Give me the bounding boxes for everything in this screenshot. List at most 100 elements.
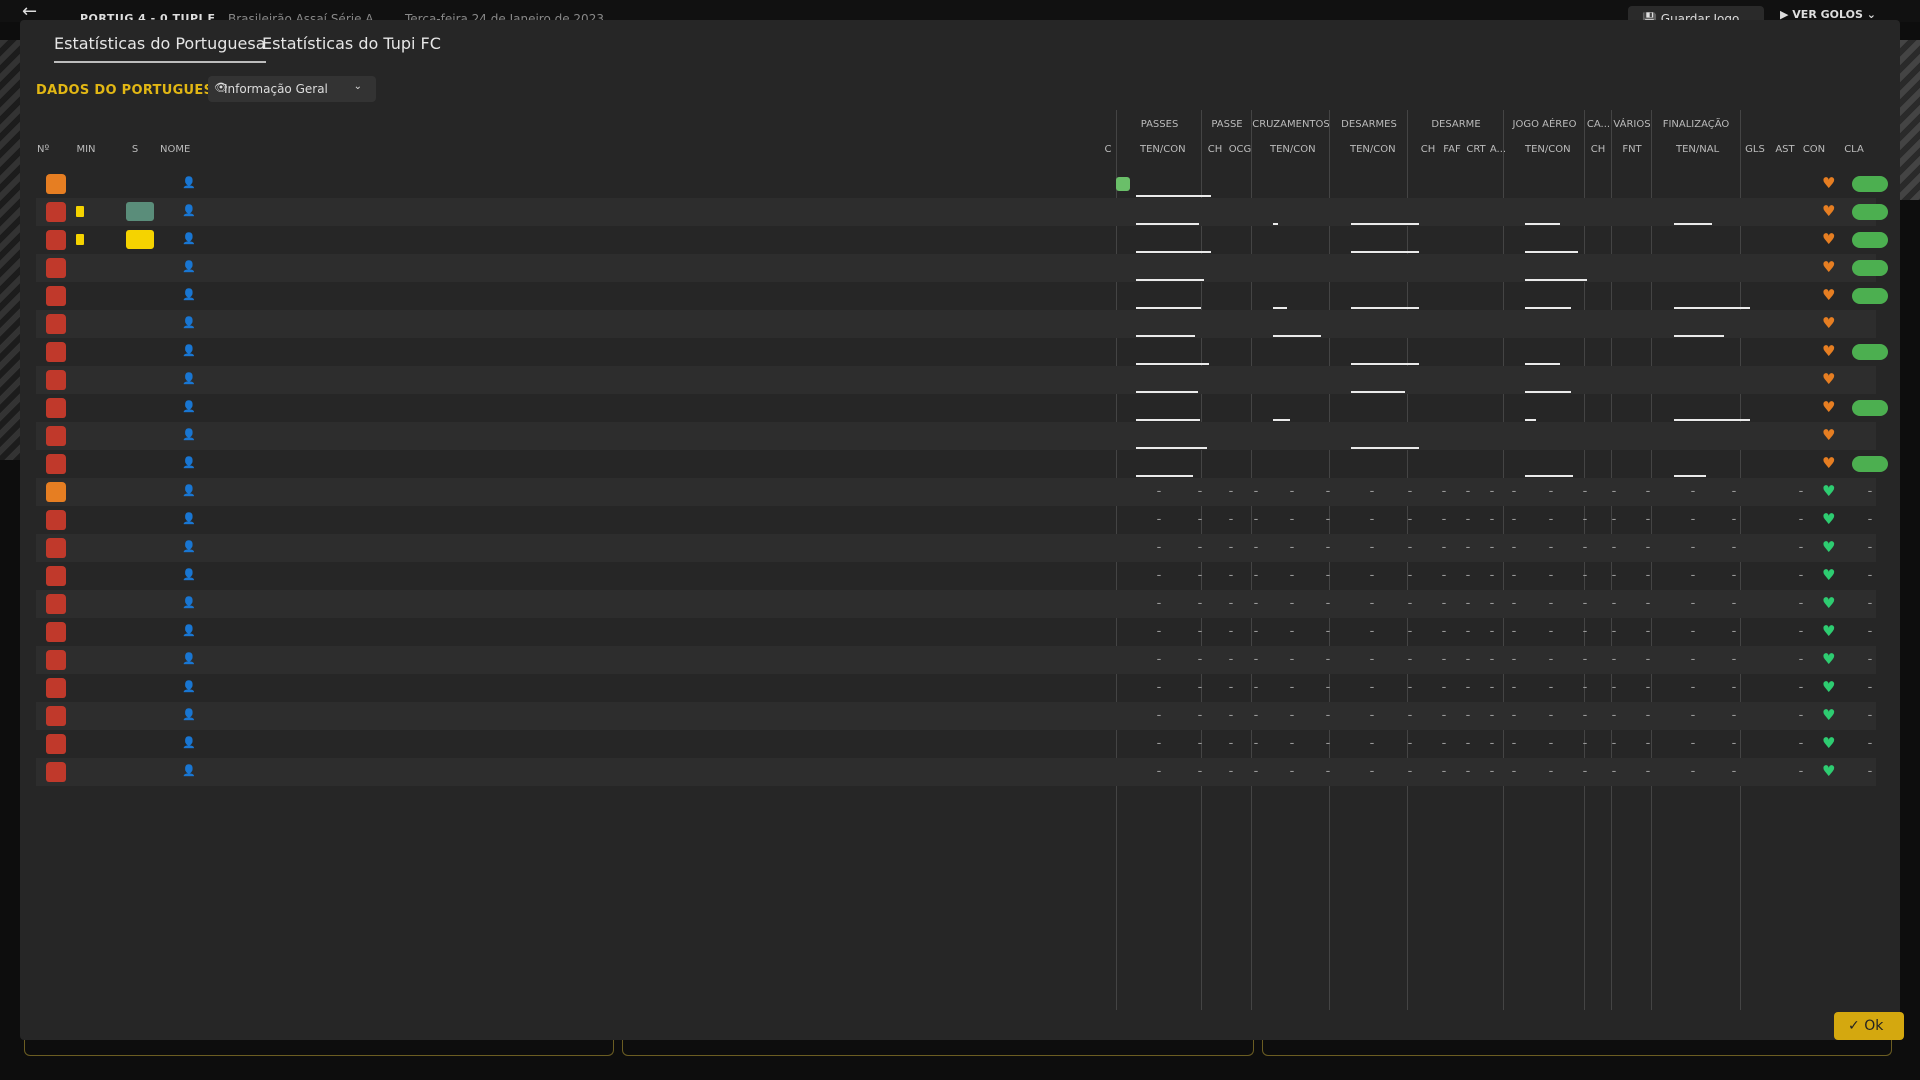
empty-stat: -: [1289, 708, 1295, 723]
table-row[interactable]: 👤 - - - - - - - - - - - - - - - - - - - ♥ -: [36, 590, 1876, 618]
col-header-passe-ocg[interactable]: OCG: [1220, 144, 1260, 155]
check-icon: ✓: [1848, 1018, 1865, 1034]
empty-stat: -: [1289, 484, 1295, 499]
empty-stat: -: [1289, 680, 1295, 695]
tab-portuguesa-stats[interactable]: Estatísticas do Portuguesa: [54, 34, 266, 63]
tab-tupi-stats[interactable]: Estatísticas do Tupi FC: [262, 34, 441, 53]
col-header-c[interactable]: C: [1088, 144, 1128, 155]
table-row[interactable]: 👤 - - - - - - - - - - - - - - - - - - - ♥ -: [36, 646, 1876, 674]
empty-stat: -: [1511, 680, 1517, 695]
col-header-final[interactable]: TEN/NAL: [1676, 144, 1719, 155]
col-header-cruz[interactable]: TEN/CON: [1270, 144, 1316, 155]
yellow-card-icon: [76, 206, 84, 217]
side-decoration: [1900, 40, 1920, 200]
empty-stat: -: [1441, 568, 1447, 583]
table-row[interactable]: 👤 - - - - - - - - - - - - - - - - - - - ♥ -: [36, 618, 1876, 646]
empty-stat: -: [1465, 736, 1471, 751]
person-icon: 👤: [182, 512, 196, 525]
morale-heart-icon: ♥: [1822, 622, 1836, 640]
empty-stat: -: [1548, 484, 1554, 499]
empty-stat: -: [1407, 540, 1413, 555]
empty-stat: -: [1228, 736, 1234, 751]
table-row[interactable]: 👤 - - - - - - - - - - - - - - - - - - - ♥ -: [36, 562, 1876, 590]
table-row[interactable]: 👤 ♥: [36, 226, 1888, 254]
empty-stat: -: [1325, 540, 1331, 555]
app-window: ← PORTUG 4 - 0 TUPI F Brasileirão Assaí …: [0, 0, 1920, 1080]
progress-bar: [1273, 307, 1287, 309]
table-row[interactable]: 👤 - - - - - - - - - - - - - - - - - - - ♥ -: [36, 702, 1876, 730]
col-header-des-a[interactable]: A...: [1478, 144, 1518, 155]
empty-stat: -: [1645, 736, 1651, 751]
empty-stat: -: [1611, 568, 1617, 583]
table-row[interactable]: 👤 ♥: [36, 422, 1876, 450]
empty-stat: -: [1645, 680, 1651, 695]
empty-stat: -: [1511, 568, 1517, 583]
empty-stat: -: [1798, 484, 1804, 499]
table-row[interactable]: 👤 ♥: [36, 170, 1888, 198]
person-icon: 👤: [182, 708, 196, 721]
empty-stat: -: [1731, 568, 1737, 583]
table-row[interactable]: 👤 ♥: [36, 254, 1888, 282]
col-header-s[interactable]: S: [115, 144, 155, 155]
empty-stat: -: [1548, 736, 1554, 751]
table-row[interactable]: 👤 ♥: [36, 310, 1876, 338]
col-header-passes[interactable]: TEN/CON: [1140, 144, 1186, 155]
top-bar: ← PORTUG 4 - 0 TUPI F Brasileirão Assaí …: [0, 0, 1920, 28]
ok-button[interactable]: ✓ Ok: [1834, 1012, 1904, 1040]
col-header-varios[interactable]: FNT: [1612, 144, 1652, 155]
progress-bar: [1525, 363, 1560, 365]
shirt-number-icon: [46, 370, 66, 390]
person-icon: 👤: [182, 400, 196, 413]
empty-stat: -: [1441, 764, 1447, 779]
col-header-con[interactable]: CON: [1794, 144, 1834, 155]
progress-bar: [1674, 419, 1750, 421]
empty-stat: -: [1441, 624, 1447, 639]
empty-stat: -: [1289, 540, 1295, 555]
morale-heart-icon: ♥: [1822, 482, 1836, 500]
info-dropdown[interactable]: 👁 Informação Geral ⌄: [208, 76, 376, 102]
group-header: CA...: [1586, 119, 1611, 130]
empty-stat: -: [1511, 624, 1517, 639]
back-arrow-icon[interactable]: ←: [22, 3, 37, 21]
empty-stat: -: [1511, 764, 1517, 779]
table-row[interactable]: 👤 - - - - - - - - - - - - - - - - - - - ♥ -: [36, 534, 1876, 562]
empty-stat: -: [1611, 596, 1617, 611]
col-header-desarmes[interactable]: TEN/CON: [1350, 144, 1396, 155]
empty-stat: -: [1731, 596, 1737, 611]
empty-stat: -: [1465, 540, 1471, 555]
bottom-panel: [24, 1040, 614, 1056]
table-row[interactable]: 👤 ♥: [36, 366, 1876, 394]
empty-stat: -: [1645, 512, 1651, 527]
empty-stat: -: [1548, 708, 1554, 723]
empty-stat: -: [1489, 764, 1495, 779]
table-row[interactable]: 👤 - - - - - - - - - - - - - - - - - - - ♥ -: [36, 674, 1876, 702]
empty-stat: -: [1228, 512, 1234, 527]
empty-stat: -: [1289, 764, 1295, 779]
table-row[interactable]: 👤 - - - - - - - - - - - - - - - - - - - ♥ -: [36, 758, 1876, 786]
player-rating: [1852, 232, 1888, 248]
table-row[interactable]: 👤 - - - - - - - - - - - - - - - - - - - ♥ -: [36, 730, 1876, 758]
col-header-no[interactable]: Nº: [37, 144, 49, 155]
empty-stat: -: [1798, 680, 1804, 695]
table-row[interactable]: 👤 ♥: [36, 394, 1888, 422]
morale-heart-icon: ♥: [1822, 314, 1836, 332]
table-row[interactable]: 👤 ♥: [36, 338, 1888, 366]
col-header-aereo[interactable]: TEN/CON: [1525, 144, 1571, 155]
empty-stat: -: [1798, 596, 1804, 611]
empty-stat: -: [1611, 736, 1617, 751]
morale-heart-icon: ♥: [1822, 398, 1836, 416]
empty-stat: -: [1582, 512, 1588, 527]
empty-stat: -: [1645, 484, 1651, 499]
empty-stat: -: [1582, 708, 1588, 723]
table-row[interactable]: 👤 - - - - - - - - - - - - - - - - - - - ♥ -: [36, 506, 1876, 534]
col-header-cla[interactable]: CLA: [1834, 144, 1874, 155]
col-header-min[interactable]: MIN: [66, 144, 106, 155]
table-row[interactable]: 👤 ♥: [36, 450, 1888, 478]
table-row[interactable]: 👤 - - - - - - - - - - - - - - - - - - - ♥ -: [36, 478, 1876, 506]
player-rating: [1852, 204, 1888, 220]
table-row[interactable]: 👤 ♥: [36, 198, 1888, 226]
table-row[interactable]: 👤 ♥: [36, 282, 1888, 310]
col-header-name[interactable]: NOME: [160, 144, 190, 155]
empty-stat: -: [1325, 680, 1331, 695]
empty-stat: -: [1548, 680, 1554, 695]
